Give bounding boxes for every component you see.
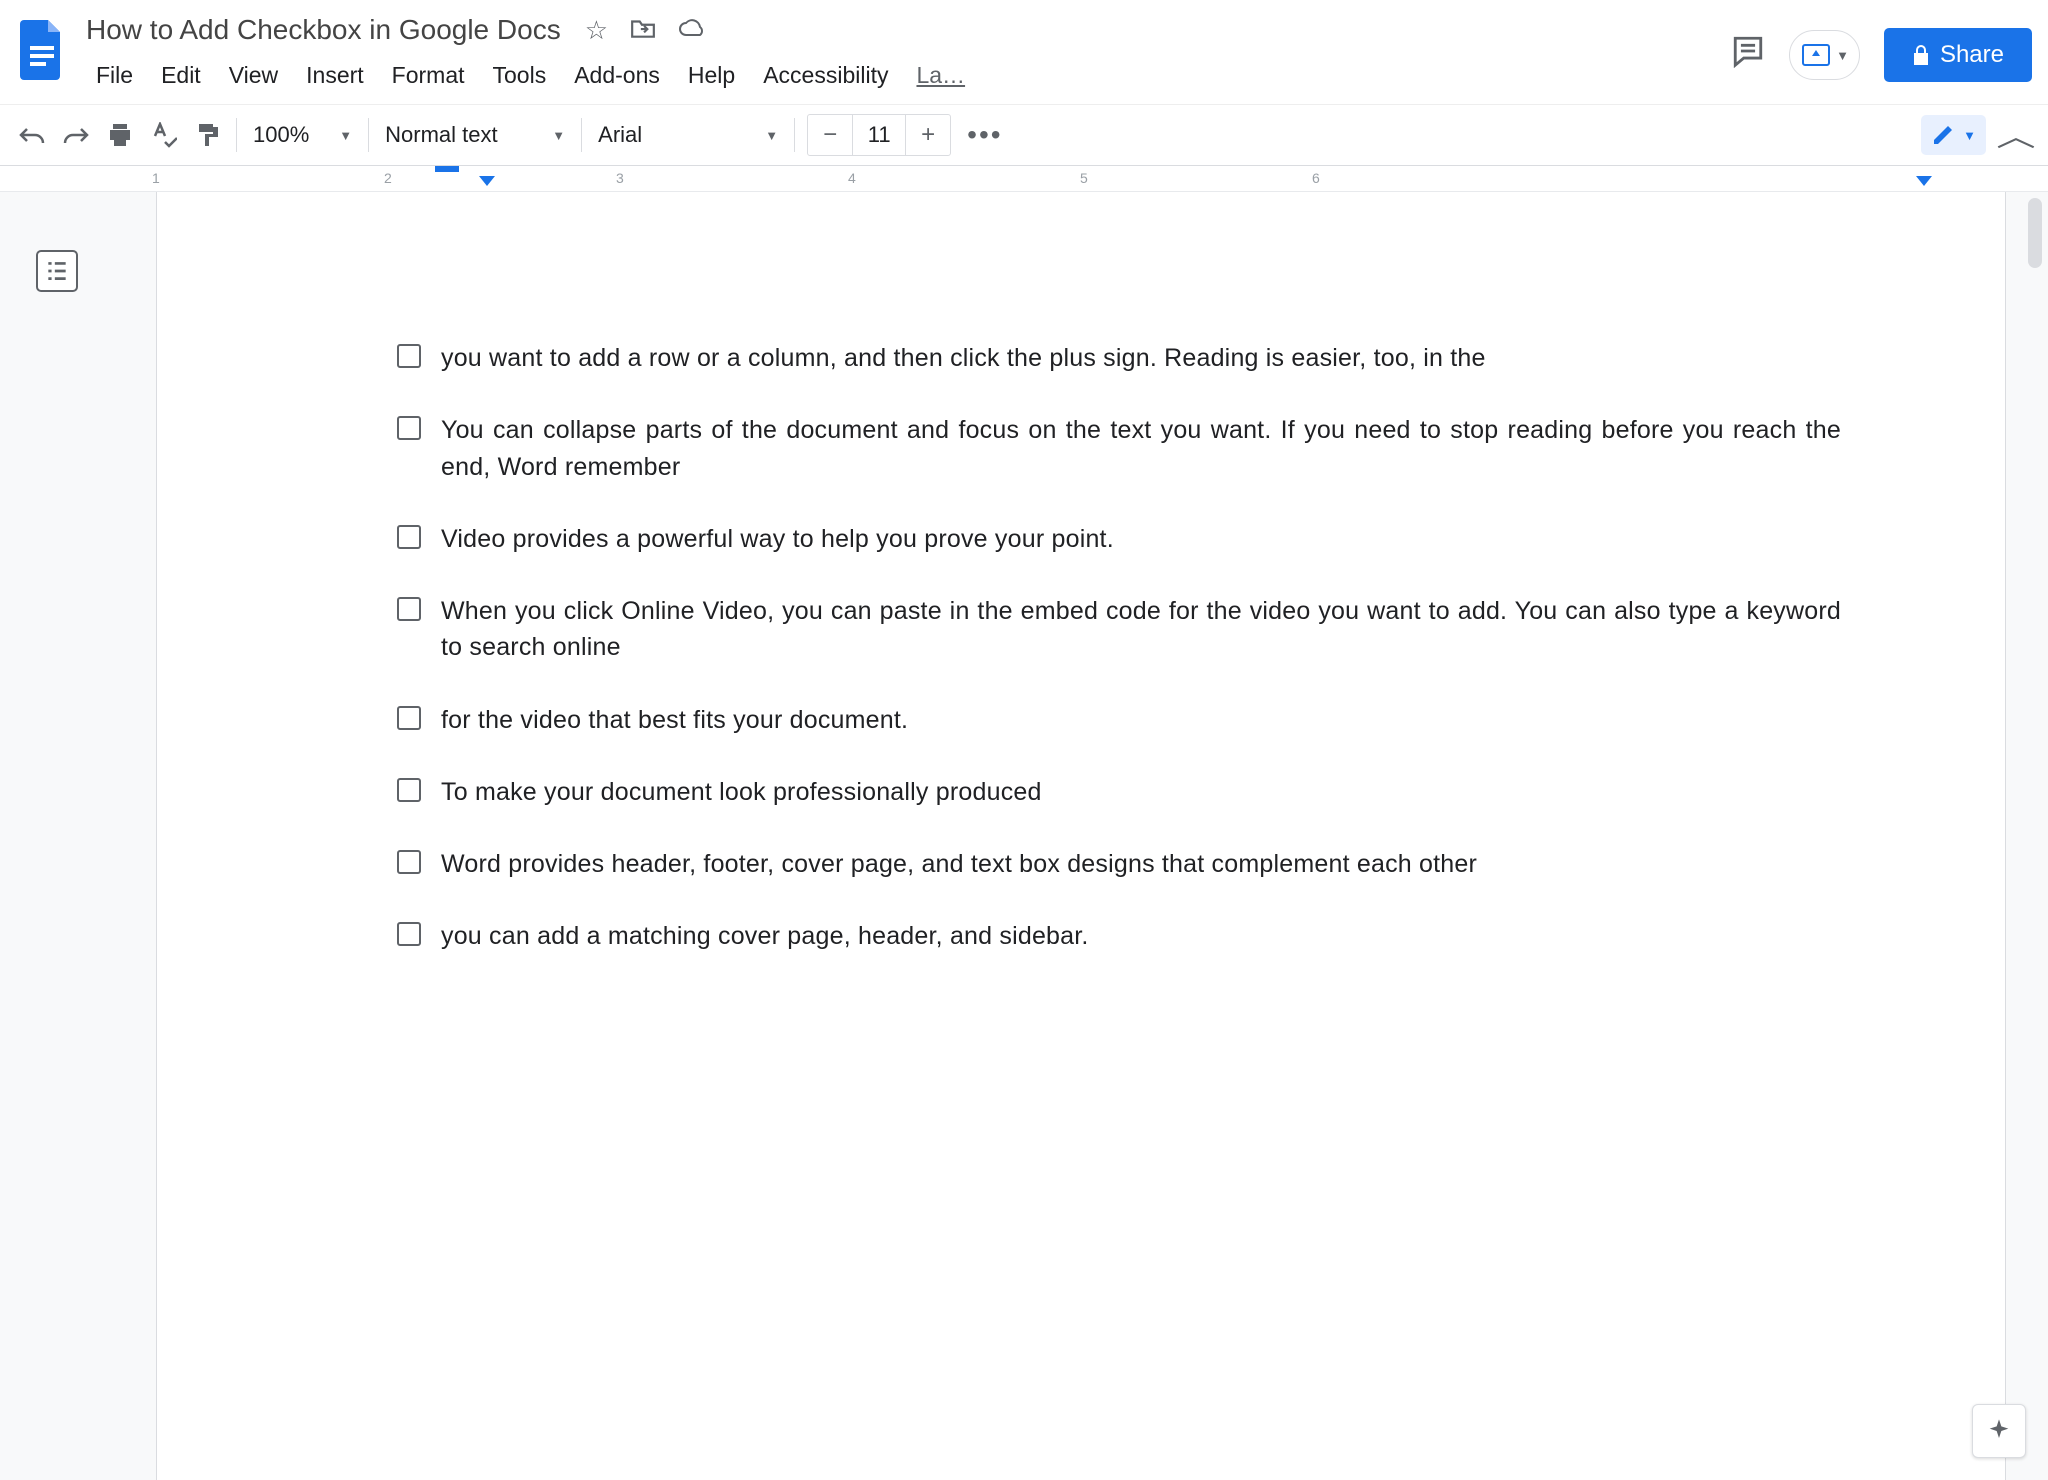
lock-icon bbox=[1912, 44, 1930, 66]
hide-menus-button[interactable]: ︿ bbox=[1996, 115, 2035, 155]
checklist-text[interactable]: you want to add a row or a column, and t… bbox=[441, 340, 1486, 376]
cloud-status-icon[interactable] bbox=[678, 15, 706, 46]
separator bbox=[368, 118, 369, 152]
document-page[interactable]: you want to add a row or a column, and t… bbox=[156, 192, 2006, 1480]
checklist-item[interactable]: To make your document look professionall… bbox=[397, 774, 1905, 810]
style-value: Normal text bbox=[385, 122, 497, 148]
paint-format-button[interactable] bbox=[186, 113, 230, 157]
comments-icon[interactable] bbox=[1731, 34, 1765, 77]
share-label: Share bbox=[1940, 41, 2004, 69]
ruler-number: 6 bbox=[1312, 170, 1320, 186]
menu-edit[interactable]: Edit bbox=[147, 56, 215, 95]
share-button[interactable]: Share bbox=[1884, 28, 2032, 82]
checkbox-icon[interactable] bbox=[397, 416, 421, 440]
left-indent-marker[interactable] bbox=[479, 176, 495, 186]
checklist-text[interactable]: To make your document look professionall… bbox=[441, 774, 1042, 810]
checklist-item[interactable]: you want to add a row or a column, and t… bbox=[397, 340, 1905, 376]
chevron-down-icon: ▼ bbox=[1963, 128, 1976, 143]
chevron-down-icon: ▼ bbox=[339, 128, 352, 143]
checklist-text[interactable]: You can collapse parts of the document a… bbox=[441, 412, 1841, 485]
zoom-value: 100% bbox=[253, 122, 309, 148]
menu-help[interactable]: Help bbox=[674, 56, 749, 95]
ruler-number: 5 bbox=[1080, 170, 1088, 186]
explore-button[interactable] bbox=[1972, 1404, 2026, 1458]
menu-accessibility[interactable]: Accessibility bbox=[749, 56, 902, 95]
checkbox-icon[interactable] bbox=[397, 850, 421, 874]
checklist-text[interactable]: you can add a matching cover page, heade… bbox=[441, 918, 1089, 954]
right-indent-marker[interactable] bbox=[1916, 176, 1932, 186]
chevron-down-icon: ▼ bbox=[765, 128, 778, 143]
font-value: Arial bbox=[598, 122, 642, 148]
checkbox-icon[interactable] bbox=[397, 597, 421, 621]
redo-button[interactable] bbox=[54, 113, 98, 157]
editing-mode-button[interactable]: ▼ bbox=[1921, 115, 1986, 155]
checklist-item[interactable]: You can collapse parts of the document a… bbox=[397, 412, 1905, 485]
pencil-icon bbox=[1931, 123, 1955, 147]
checklist-item[interactable]: Word provides header, footer, cover page… bbox=[397, 846, 1905, 882]
font-select[interactable]: Arial ▼ bbox=[588, 122, 788, 148]
checklist-item[interactable]: Video provides a powerful way to help yo… bbox=[397, 521, 1905, 557]
menu-addons[interactable]: Add-ons bbox=[560, 56, 674, 95]
checklist-item[interactable]: for the video that best fits your docume… bbox=[397, 702, 1905, 738]
vertical-scrollbar-thumb[interactable] bbox=[2028, 198, 2042, 268]
checkbox-icon[interactable] bbox=[397, 922, 421, 946]
checkbox-icon[interactable] bbox=[397, 778, 421, 802]
decrease-font-button[interactable]: − bbox=[808, 115, 852, 155]
chevron-down-icon: ▼ bbox=[1836, 48, 1849, 63]
menu-tools[interactable]: Tools bbox=[479, 56, 561, 95]
separator bbox=[794, 118, 795, 152]
checklist-text[interactable]: for the video that best fits your docume… bbox=[441, 702, 908, 738]
increase-font-button[interactable]: + bbox=[906, 115, 950, 155]
undo-button[interactable] bbox=[10, 113, 54, 157]
horizontal-ruler[interactable]: 1 2 3 4 5 6 bbox=[0, 166, 2048, 192]
font-size-group: − 11 + bbox=[807, 114, 951, 156]
present-button[interactable]: ▼ bbox=[1789, 30, 1860, 80]
checklist-item[interactable]: you can add a matching cover page, heade… bbox=[397, 918, 1905, 954]
app-header: How to Add Checkbox in Google Docs ☆ Fil… bbox=[0, 0, 2048, 104]
menu-insert[interactable]: Insert bbox=[292, 56, 378, 95]
menu-view[interactable]: View bbox=[215, 56, 292, 95]
menu-overflow[interactable]: La… bbox=[902, 56, 979, 95]
ruler-number: 3 bbox=[616, 170, 624, 186]
first-line-indent-marker[interactable] bbox=[435, 166, 459, 172]
separator bbox=[581, 118, 582, 152]
more-toolbar-button[interactable]: ••• bbox=[967, 119, 1002, 151]
checkbox-icon[interactable] bbox=[397, 525, 421, 549]
document-title[interactable]: How to Add Checkbox in Google Docs bbox=[82, 12, 565, 48]
ruler-number: 1 bbox=[152, 170, 160, 186]
menu-format[interactable]: Format bbox=[378, 56, 479, 95]
checkbox-icon[interactable] bbox=[397, 706, 421, 730]
checkbox-icon[interactable] bbox=[397, 344, 421, 368]
docs-logo[interactable] bbox=[12, 10, 72, 90]
font-size-input[interactable]: 11 bbox=[852, 115, 906, 155]
checklist-text[interactable]: Word provides header, footer, cover page… bbox=[441, 846, 1477, 882]
star-icon[interactable]: ☆ bbox=[585, 15, 608, 46]
title-area: How to Add Checkbox in Google Docs ☆ Fil… bbox=[82, 10, 979, 95]
paragraph-style-select[interactable]: Normal text ▼ bbox=[375, 122, 575, 148]
show-outline-button[interactable] bbox=[36, 250, 78, 292]
spellcheck-button[interactable] bbox=[142, 113, 186, 157]
zoom-select[interactable]: 100% ▼ bbox=[243, 122, 362, 148]
document-canvas: you want to add a row or a column, and t… bbox=[0, 192, 2048, 1480]
checklist-text[interactable]: When you click Online Video, you can pas… bbox=[441, 593, 1841, 666]
move-icon[interactable] bbox=[630, 15, 656, 46]
checklist-item[interactable]: When you click Online Video, you can pas… bbox=[397, 593, 1905, 666]
print-button[interactable] bbox=[98, 113, 142, 157]
chevron-down-icon: ▼ bbox=[552, 128, 565, 143]
menu-file[interactable]: File bbox=[82, 56, 147, 95]
checklist: you want to add a row or a column, and t… bbox=[397, 340, 1905, 955]
ruler-number: 4 bbox=[848, 170, 856, 186]
menu-bar: File Edit View Insert Format Tools Add-o… bbox=[82, 56, 979, 95]
checklist-text[interactable]: Video provides a powerful way to help yo… bbox=[441, 521, 1114, 557]
toolbar: 100% ▼ Normal text ▼ Arial ▼ − 11 + ••• … bbox=[0, 104, 2048, 166]
ruler-number: 2 bbox=[384, 170, 392, 186]
separator bbox=[236, 118, 237, 152]
